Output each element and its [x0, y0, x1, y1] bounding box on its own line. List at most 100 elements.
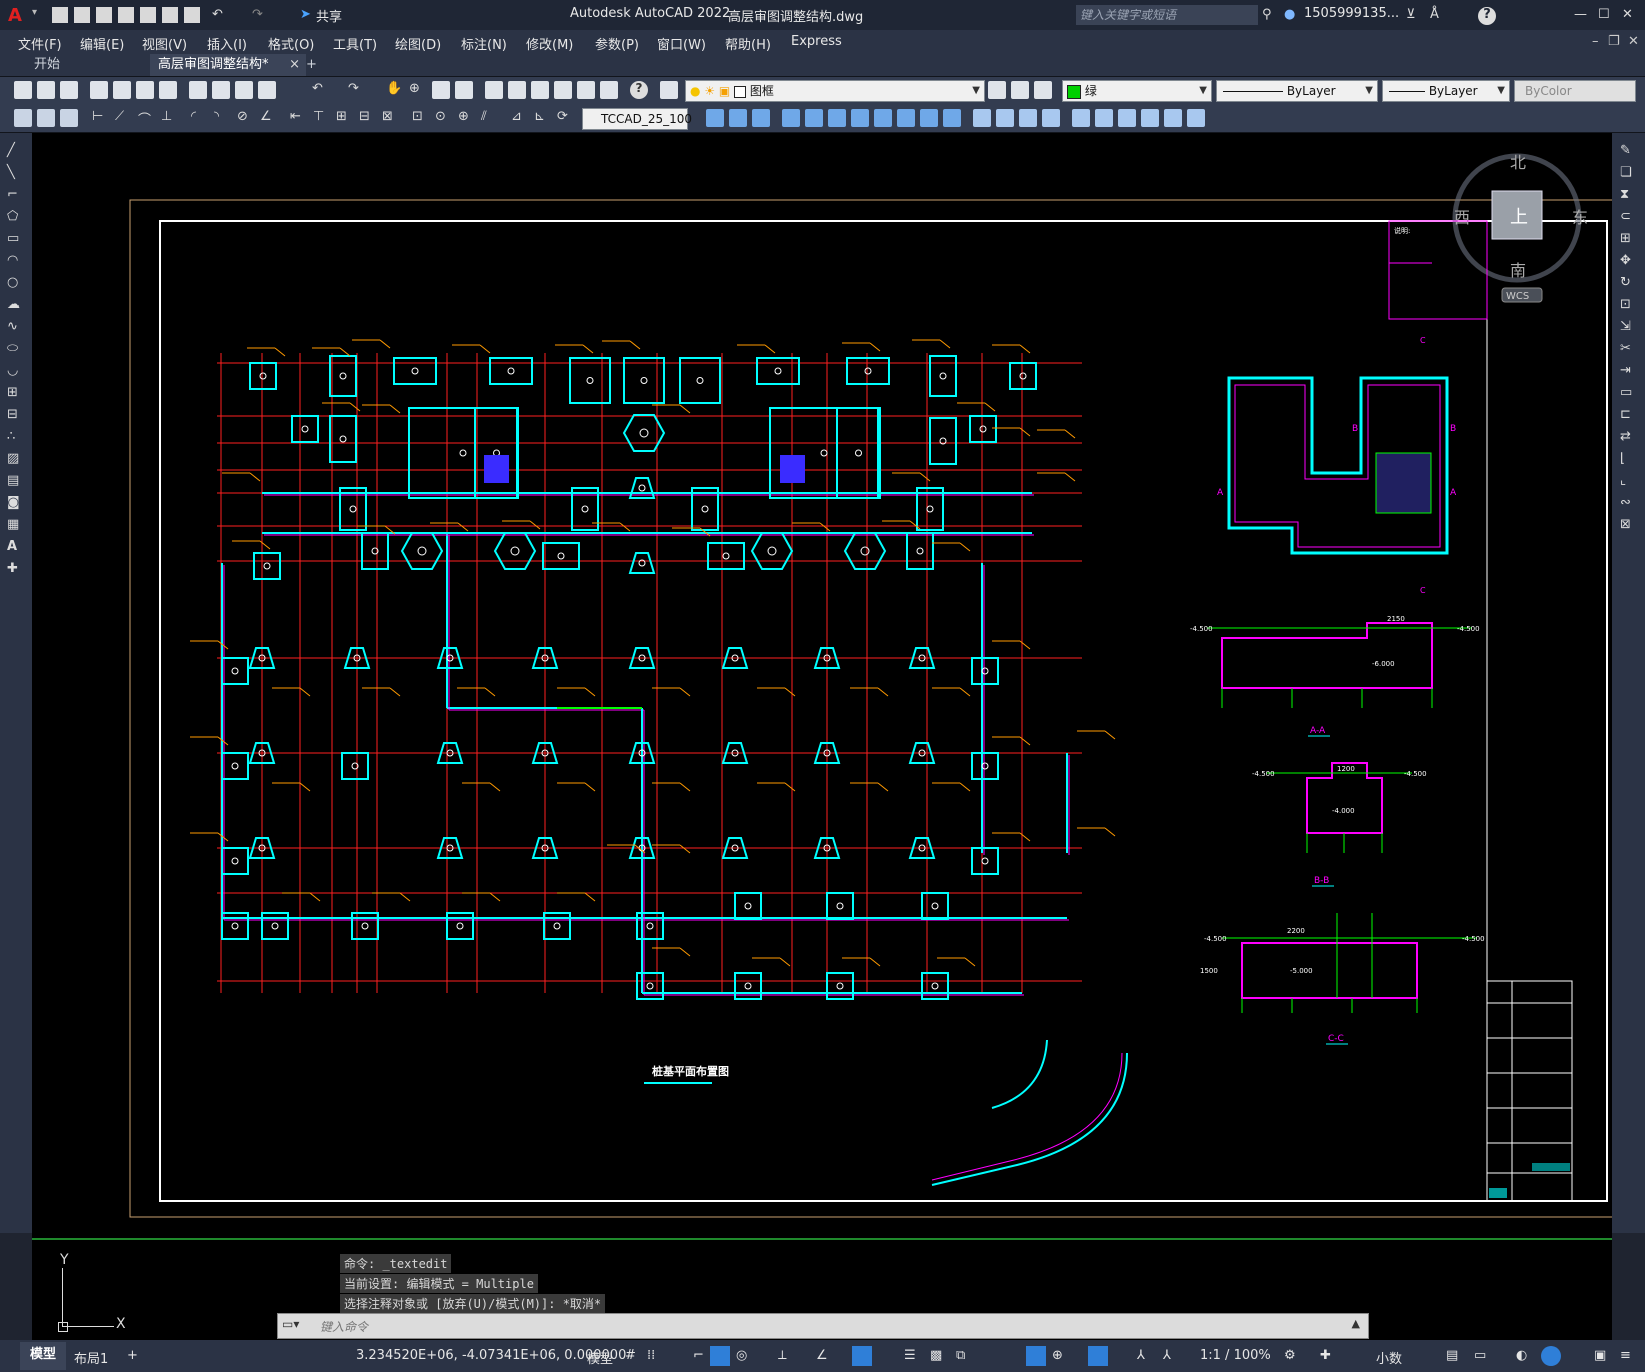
copy-icon[interactable]	[212, 81, 230, 99]
dim-update-icon[interactable]: ⟳	[557, 109, 575, 127]
redo-toolbar-icon[interactable]: ↷	[348, 81, 366, 99]
modify-e-icon[interactable]	[805, 109, 823, 127]
infer-icon[interactable]: ⌐	[693, 1348, 704, 1363]
doc-restore-icon[interactable]: ❐	[1608, 34, 1620, 49]
gradient-icon[interactable]: ▤	[7, 473, 25, 491]
solid-j-icon[interactable]	[1187, 109, 1205, 127]
line-icon[interactable]: ╱	[7, 143, 25, 161]
inspect-icon[interactable]: ⊕	[458, 109, 476, 127]
modify-i-icon[interactable]	[897, 109, 915, 127]
menu-view[interactable]: 视图(V)	[142, 34, 187, 53]
quick-props-icon[interactable]: ▤	[1446, 1348, 1458, 1363]
modify-d-icon[interactable]	[782, 109, 800, 127]
minimize-icon[interactable]: —	[1574, 7, 1590, 23]
annotation-visibility-icon[interactable]: ⅄	[1137, 1348, 1145, 1363]
menu-insert[interactable]: 插入(I)	[207, 34, 247, 53]
array-icon[interactable]: ⊞	[1620, 231, 1638, 249]
join-icon[interactable]: ⇄	[1620, 429, 1638, 447]
tool-b-icon[interactable]	[37, 109, 55, 127]
solid-d-icon[interactable]	[1042, 109, 1060, 127]
aligned-dim-icon[interactable]: ⟋	[115, 109, 133, 127]
help-toolbar-icon[interactable]: ?	[630, 81, 648, 99]
break-point-icon[interactable]: ▭	[1620, 385, 1638, 403]
markup-icon[interactable]	[577, 81, 595, 99]
layer-properties-icon[interactable]	[660, 81, 678, 99]
baseline-icon[interactable]: ⊤	[313, 109, 331, 127]
annotate-plus-icon[interactable]: ✚	[1320, 1348, 1331, 1363]
solid-h-icon[interactable]	[1141, 109, 1159, 127]
tolerance-icon[interactable]: ⊡	[412, 109, 430, 127]
revcloud-icon[interactable]: ☁	[7, 297, 25, 315]
properties-icon[interactable]	[485, 81, 503, 99]
undo-icon[interactable]: ↶	[212, 7, 228, 23]
save-file-icon[interactable]	[60, 81, 78, 99]
jogged-linear-icon[interactable]: ⫽	[481, 109, 499, 127]
tool-c-icon[interactable]	[60, 109, 78, 127]
dim-edit-icon[interactable]: ⊿	[511, 109, 529, 127]
region-icon[interactable]: ◙	[7, 495, 25, 513]
cart-icon[interactable]: ⊻	[1406, 7, 1422, 23]
layout1-tab[interactable]: 布局1	[74, 1348, 108, 1367]
layer-dropdown[interactable]: ● ☀ ▣ 图框 ▼	[685, 80, 985, 102]
autocad-logo-icon[interactable]: A	[8, 5, 28, 26]
doc-minimize-icon[interactable]: –	[1592, 34, 1599, 49]
menu-parameter[interactable]: 参数(P)	[595, 34, 639, 53]
angular-icon[interactable]: ∠	[260, 109, 278, 127]
app-menu-chevron-icon[interactable]: ▾	[32, 7, 48, 23]
design-center-icon[interactable]	[508, 81, 526, 99]
trim-icon[interactable]: ✂	[1620, 341, 1638, 359]
dim-style-dropdown[interactable]: TCCAD_25_100	[582, 108, 692, 130]
continue-icon[interactable]: ⊞	[336, 109, 354, 127]
spline-icon[interactable]: ∿	[7, 319, 25, 337]
new-icon[interactable]	[52, 7, 68, 23]
export-icon[interactable]	[140, 7, 156, 23]
sheet-set-icon[interactable]	[554, 81, 572, 99]
share-icon[interactable]: ➤	[300, 7, 316, 23]
arc-length-icon[interactable]: ⌒	[138, 109, 156, 128]
search-input[interactable]: 键入关键字或短语	[1076, 5, 1258, 25]
dim-text-edit-icon[interactable]: ⊾	[534, 109, 552, 127]
layer-match-icon[interactable]	[1011, 81, 1029, 99]
selection-cycle-icon[interactable]: ⧉	[956, 1348, 965, 1363]
etransmit-icon[interactable]	[159, 81, 177, 99]
solid-f-icon[interactable]	[1095, 109, 1113, 127]
isodraft-icon[interactable]: ⟂	[778, 1348, 787, 1363]
hatch-icon[interactable]: ▨	[7, 451, 25, 469]
jogged-icon[interactable]: ◝	[214, 109, 232, 127]
solid-c-icon[interactable]	[1019, 109, 1037, 127]
model-tab[interactable]: 模型	[20, 1342, 67, 1370]
help-icon[interactable]: ?	[1478, 7, 1496, 25]
isolate-objects-icon[interactable]: ◐	[1516, 1348, 1527, 1363]
calculator-icon[interactable]	[600, 81, 618, 99]
modify-k-icon[interactable]	[943, 109, 961, 127]
menu-format[interactable]: 格式(O)	[268, 34, 314, 53]
clean-screen-icon[interactable]: ▣	[1594, 1348, 1606, 1363]
close-icon[interactable]: ✕	[1622, 7, 1638, 23]
layer-previous-icon[interactable]	[1034, 81, 1052, 99]
command-input[interactable]: ▭▾ 键入命令 ▲	[277, 1313, 1369, 1339]
menu-window[interactable]: 窗口(W)	[657, 34, 706, 53]
linetype-dropdown[interactable]: ByLayer ▼	[1216, 80, 1378, 102]
mirror-icon[interactable]: ⧗	[1620, 187, 1638, 205]
ortho-icon[interactable]	[710, 1346, 730, 1366]
solid-e-icon[interactable]	[1072, 109, 1090, 127]
autodesk-a360-icon[interactable]: Å	[1430, 7, 1446, 23]
ordinate-icon[interactable]: ⊥	[161, 109, 179, 127]
snap-icon[interactable]: ⁞⁞	[647, 1348, 655, 1363]
dim-break-icon[interactable]: ⊠	[382, 109, 400, 127]
solid-a-icon[interactable]	[973, 109, 991, 127]
table-icon[interactable]: ▦	[7, 517, 25, 535]
command-history-chevron-icon[interactable]: ▲	[1352, 1317, 1360, 1330]
user-icon[interactable]: ●	[1284, 7, 1300, 23]
tool-a-icon[interactable]	[14, 109, 32, 127]
user-label[interactable]: 1505999135...	[1304, 6, 1399, 21]
blend-icon[interactable]: ∾	[1620, 495, 1638, 513]
ellipse-icon[interactable]: ⬭	[7, 341, 25, 359]
viewcube-east[interactable]: 东	[1572, 208, 1588, 227]
insert-block-icon[interactable]: ⊞	[7, 385, 25, 403]
menu-edit[interactable]: 编辑(E)	[80, 34, 124, 53]
polar-icon[interactable]: ◎	[736, 1348, 747, 1363]
move-icon[interactable]: ✥	[1620, 253, 1638, 271]
publish-icon[interactable]	[162, 7, 178, 23]
plot-icon[interactable]	[184, 7, 200, 23]
